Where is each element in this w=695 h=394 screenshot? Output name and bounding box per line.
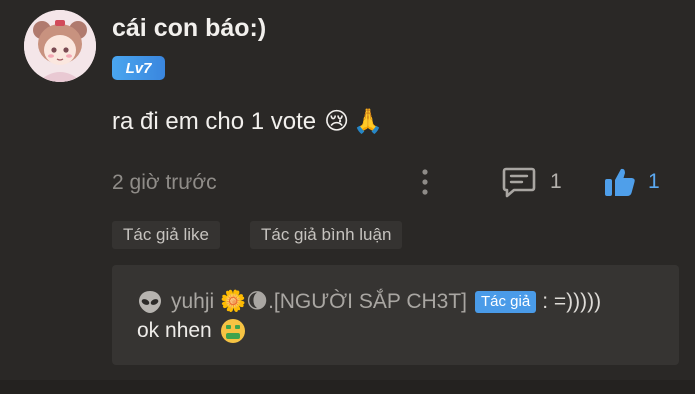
avatar-illustration xyxy=(24,10,96,82)
username[interactable]: cái con báo:) xyxy=(112,14,266,43)
reply-header: yuhji 🌼🌘.[NGƯỜI SẮP CH3T] Tác giả : =)))… xyxy=(137,289,601,314)
alien-icon xyxy=(139,290,161,313)
reply-text: ok nhen xyxy=(137,319,212,342)
more-vertical-icon xyxy=(422,169,428,195)
comment-text: ra đi em cho 1 vote xyxy=(112,107,317,135)
like-button[interactable]: 1 xyxy=(604,165,660,199)
reply-preview[interactable]: yuhji 🌼🌘.[NGƯỜI SẮP CH3T] Tác giả : =)))… xyxy=(112,265,679,365)
like-count: 1 xyxy=(648,170,660,193)
author-like-tag: Tác giả like xyxy=(112,221,220,249)
reply-prefix-text: : =))))) xyxy=(542,289,602,313)
comment-body: ra đi em cho 1 vote 😢 🙏 xyxy=(112,107,383,136)
reply-button[interactable]: 1 xyxy=(502,165,562,199)
crying-face-emoji: 😢 xyxy=(324,108,350,135)
author-badge: Tác giả xyxy=(475,290,537,313)
more-options-button[interactable] xyxy=(414,167,436,197)
timestamp: 2 giờ trước xyxy=(112,171,217,194)
avatar[interactable] xyxy=(24,10,96,82)
level-badge: Lv7 xyxy=(112,56,165,80)
author-reply-tag: Tác giả bình luận xyxy=(250,221,403,249)
reply-body: ok nhen xyxy=(137,318,246,344)
money-mouth-icon xyxy=(220,319,245,343)
reply-count: 1 xyxy=(550,170,562,193)
thumbs-up-icon xyxy=(605,168,635,196)
divider xyxy=(0,380,695,394)
comment-icon xyxy=(502,167,536,198)
comment-actions: 2 giờ trước 1 1 xyxy=(0,165,695,201)
folded-hands-emoji: 🙏 xyxy=(353,108,384,135)
reply-author[interactable]: yuhji 🌼🌘.[NGƯỜI SẮP CH3T] xyxy=(171,289,467,314)
